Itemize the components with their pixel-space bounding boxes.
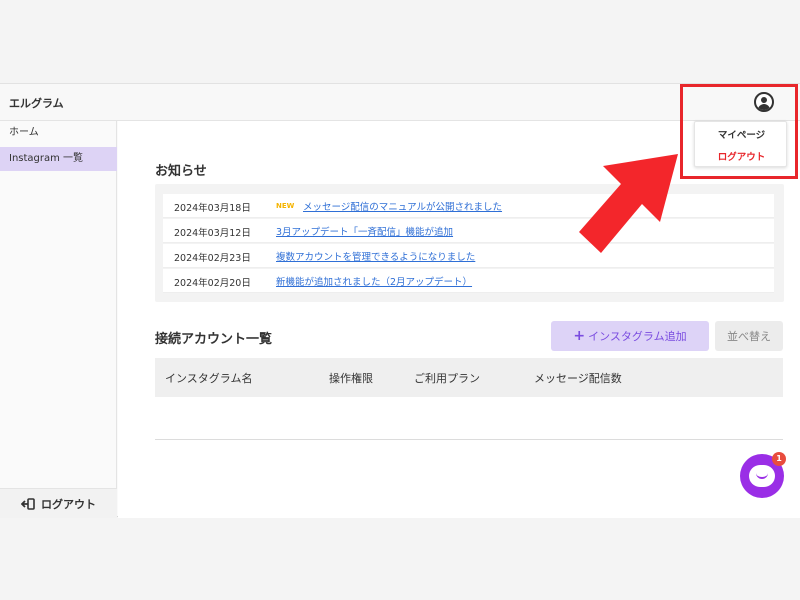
sidebar-item-instagram-list[interactable]: Instagram 一覧: [0, 147, 117, 171]
news-link[interactable]: 3月アップデート「一斉配信」機能が追加: [276, 224, 453, 238]
news-date: 2024年03月12日: [174, 228, 251, 239]
plus-icon: +: [573, 328, 586, 344]
column-header-permission: 操作権限: [329, 372, 373, 385]
main-content: お知らせ 2024年03月18日 NEW メッセージ配信のマニュアルが公開されま…: [118, 121, 800, 518]
news-date: 2024年03月18日: [174, 203, 251, 214]
add-instagram-button[interactable]: + インスタグラム追加: [551, 321, 709, 351]
news-title: お知らせ: [155, 164, 207, 179]
chat-bubble: [749, 465, 775, 487]
column-header-instagram-name: インスタグラム名: [165, 372, 253, 385]
annotation-arrow-icon: [579, 154, 678, 253]
app-title: エルグラム: [9, 97, 64, 110]
add-instagram-label: インスタグラム追加: [588, 330, 687, 343]
new-badge: NEW: [276, 202, 295, 210]
news-link[interactable]: メッセージ配信のマニュアルが公開されました: [303, 199, 502, 213]
annotation-highlight-box: [680, 84, 798, 179]
accounts-title: 接続アカウント一覧: [155, 332, 273, 347]
news-list: 2024年03月18日 NEW メッセージ配信のマニュアルが公開されました 20…: [155, 184, 784, 302]
news-date: 2024年02月23日: [174, 253, 251, 264]
sidebar-item-home[interactable]: ホーム: [0, 121, 117, 145]
accounts-table-header: インスタグラム名 操作権限 ご利用プラン メッセージ配信数: [155, 358, 783, 397]
news-date: 2024年02月20日: [174, 278, 251, 289]
news-link[interactable]: 複数アカウントを管理できるようになりました: [276, 249, 475, 263]
chat-notification-badge: 1: [772, 452, 786, 466]
sidebar-logout-label: ログアウト: [41, 497, 96, 511]
logout-icon: [21, 497, 35, 510]
column-header-plan: ご利用プラン: [414, 372, 480, 385]
chat-smile: [756, 472, 768, 479]
sidebar-logout-button[interactable]: ログアウト: [0, 488, 117, 518]
sidebar: ホーム Instagram 一覧 ログアウト: [0, 121, 117, 518]
news-item: 2024年02月20日 新機能が追加されました（2月アップデート）: [163, 269, 774, 293]
column-header-message-count: メッセージ配信数: [534, 372, 622, 385]
divider: [155, 439, 783, 440]
sort-button[interactable]: 並べ替え: [715, 321, 783, 351]
news-link[interactable]: 新機能が追加されました（2月アップデート）: [276, 274, 472, 288]
